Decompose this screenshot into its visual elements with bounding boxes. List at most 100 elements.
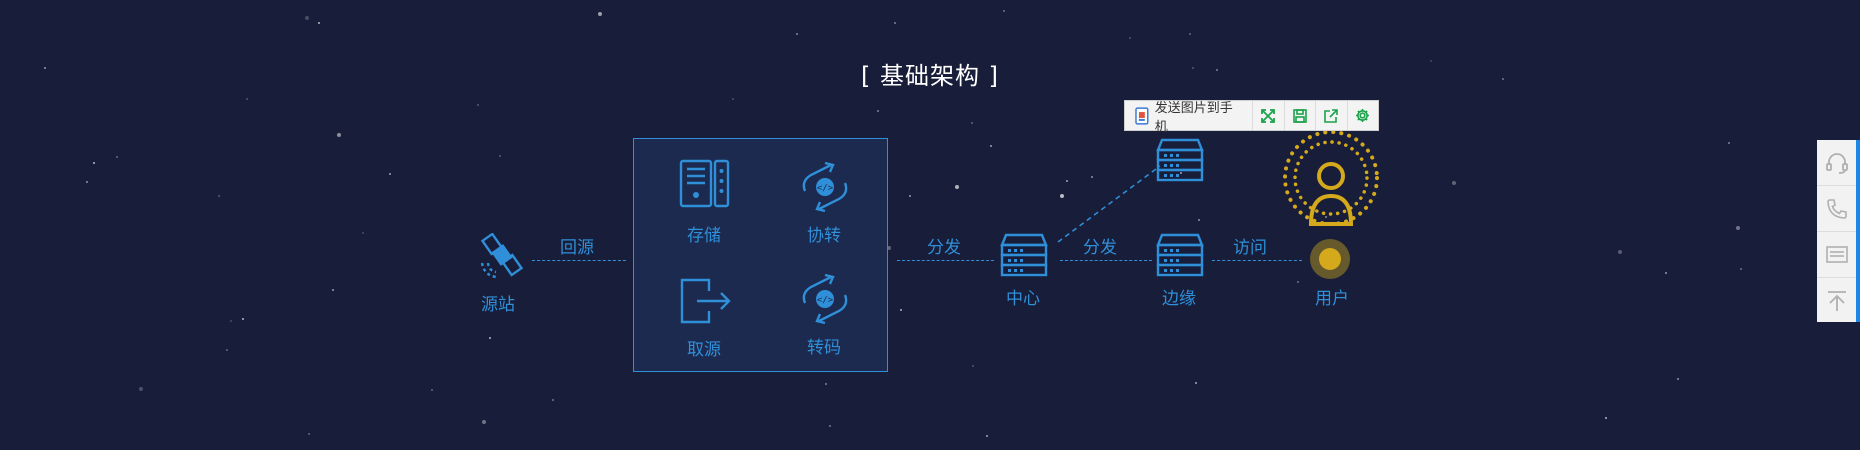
user-broadcast-icon: [1283, 130, 1379, 226]
connector-edge-user: [1212, 260, 1302, 261]
star: [1297, 281, 1299, 283]
fullscreen-button[interactable]: [1253, 101, 1285, 130]
star: [986, 435, 988, 437]
share-button[interactable]: [1316, 101, 1348, 130]
star: [139, 387, 143, 391]
star: [909, 195, 911, 197]
back-to-top-button[interactable]: [1817, 278, 1856, 323]
connector-source-box: [532, 260, 626, 261]
diagram-title: [ 基础架构 ]: [861, 62, 999, 90]
star: [482, 420, 486, 424]
node-label-edge: 边缘: [1162, 289, 1196, 309]
node-label-user: 用户: [1315, 289, 1349, 309]
star: [900, 309, 902, 311]
back-to-top-icon: [1827, 290, 1846, 311]
fullscreen-icon: [1261, 108, 1276, 123]
star: [877, 110, 879, 112]
star: [305, 16, 309, 20]
star: [829, 425, 831, 427]
node-label-transcode: 转码: [807, 338, 841, 358]
edge-server-icon: [1156, 233, 1204, 277]
share-icon: [1324, 108, 1339, 123]
architecture-diagram: [ 基础架构 ] 回源 分发 分发 访问 源站 存储 </> 协转 取源 </>…: [0, 0, 1860, 450]
star: [1740, 268, 1742, 270]
center-server-icon: [1000, 233, 1048, 277]
user-dot-icon: [1310, 239, 1350, 279]
star: [116, 156, 118, 158]
star: [732, 98, 734, 100]
phone-send-icon: [1135, 106, 1149, 125]
fetch-source-icon: [680, 278, 731, 324]
save-button[interactable]: [1285, 101, 1317, 130]
node-label-fetch: 取源: [687, 340, 721, 360]
star: [93, 162, 95, 164]
image-toolbar: 发送图片到手机: [1124, 100, 1379, 135]
code-transfer-icon: </>: [802, 161, 848, 213]
star: [1605, 417, 1607, 419]
star: [1195, 382, 1197, 384]
star: [598, 12, 602, 16]
star: [362, 232, 364, 234]
edge-label-access: 访问: [1233, 238, 1267, 258]
connector-center-edge: [1060, 260, 1152, 261]
settings-button[interactable]: [1348, 101, 1378, 130]
star: [1003, 10, 1005, 12]
star: [990, 145, 992, 147]
send-to-phone-label: 发送图片到手机: [1154, 100, 1233, 135]
processing-group-box: 存储 </> 协转 取源 </> 转码: [633, 138, 888, 372]
satellite-icon: [480, 233, 524, 279]
star: [337, 133, 341, 137]
star: [1728, 142, 1730, 144]
star: [246, 98, 248, 100]
star: [389, 173, 391, 175]
star: [1189, 33, 1191, 35]
star: [86, 181, 88, 183]
star: [477, 104, 479, 106]
connector-box-center: [897, 260, 994, 261]
svg-text:</>: </>: [817, 184, 834, 194]
star: [499, 155, 501, 157]
star: [1665, 272, 1667, 274]
star: [332, 289, 334, 291]
save-icon: [1293, 108, 1307, 123]
right-side-rail: [1817, 140, 1860, 322]
node-label-center: 中心: [1006, 289, 1040, 309]
edge-label-distribute: 分发: [927, 238, 961, 258]
customer-service-button[interactable]: [1817, 140, 1856, 186]
star: [489, 337, 491, 339]
star: [226, 349, 228, 351]
edge-label-distribute-2: 分发: [1083, 238, 1117, 258]
star: [242, 318, 244, 320]
star: [1129, 37, 1131, 39]
star: [431, 389, 433, 391]
node-label-source: 源站: [481, 295, 515, 315]
star: [971, 122, 973, 124]
upper-edge-server-icon: [1156, 138, 1204, 182]
star: [894, 22, 896, 24]
star: [318, 22, 320, 24]
star: [230, 320, 232, 322]
storage-icon: [679, 159, 730, 208]
star: [825, 383, 827, 385]
star: [1677, 378, 1679, 380]
star: [1618, 250, 1622, 254]
transcode-icon: </>: [802, 273, 848, 325]
star: [1198, 219, 1200, 221]
star: [796, 33, 798, 35]
star: [308, 433, 310, 435]
star: [218, 195, 220, 197]
star: [1452, 181, 1456, 185]
svg-text:</>: </>: [817, 296, 834, 306]
node-label-transfer: 协转: [807, 226, 841, 246]
star: [955, 185, 959, 189]
headset-icon: [1825, 152, 1848, 174]
gear-icon: [1356, 109, 1370, 122]
star: [1736, 226, 1740, 230]
star: [972, 365, 974, 367]
star: [552, 399, 554, 401]
message-icon: [1825, 245, 1848, 263]
phone-icon: [1826, 198, 1847, 219]
send-to-phone-button[interactable]: 发送图片到手机: [1125, 101, 1254, 135]
message-button[interactable]: [1817, 232, 1856, 278]
phone-button[interactable]: [1817, 186, 1856, 232]
